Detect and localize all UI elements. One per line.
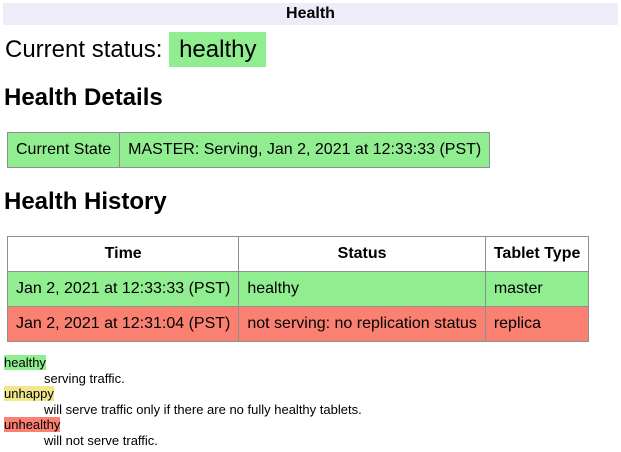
legend-term-healthy-badge: healthy: [4, 355, 46, 370]
page-title: Health: [3, 3, 618, 25]
current-state-row: Current State MASTER: Serving, Jan 2, 20…: [8, 133, 490, 168]
table-row: Jan 2, 2021 at 12:33:33 (PST) healthy ma…: [8, 272, 589, 307]
health-details-table: Current State MASTER: Serving, Jan 2, 20…: [7, 132, 490, 168]
legend-description: will serve traffic only if there are no …: [44, 402, 618, 418]
health-details-heading: Health Details: [4, 84, 618, 112]
legend: healthy serving traffic. unhappy will se…: [4, 355, 618, 448]
column-header-status: Status: [239, 237, 485, 272]
current-status-badge: healthy: [169, 32, 266, 67]
status-cell: healthy: [239, 272, 485, 307]
legend-term-unhappy-badge: unhappy: [4, 386, 54, 401]
health-history-table: Time Status Tablet Type Jan 2, 2021 at 1…: [7, 236, 589, 342]
current-status-label: Current status:: [5, 36, 162, 63]
legend-term: healthy: [4, 355, 618, 371]
legend-term-unhealthy-badge: unhealthy: [4, 417, 60, 432]
column-header-tablet-type: Tablet Type: [485, 237, 589, 272]
current-state-value: MASTER: Serving, Jan 2, 2021 at 12:33:33…: [120, 133, 490, 168]
status-cell: not serving: no replication status: [239, 307, 485, 342]
legend-description: will not serve traffic.: [44, 433, 618, 449]
column-header-time: Time: [8, 237, 239, 272]
tablet-type-cell: master: [485, 272, 589, 307]
time-cell: Jan 2, 2021 at 12:31:04 (PST): [8, 307, 239, 342]
legend-term: unhappy: [4, 386, 618, 402]
current-status: Current status: healthy: [5, 36, 618, 64]
time-cell: Jan 2, 2021 at 12:33:33 (PST): [8, 272, 239, 307]
table-header-row: Time Status Tablet Type: [8, 237, 589, 272]
legend-term: unhealthy: [4, 417, 618, 433]
health-history-heading: Health History: [4, 188, 618, 216]
current-state-label: Current State: [8, 133, 120, 168]
legend-description: serving traffic.: [44, 371, 618, 387]
table-row: Jan 2, 2021 at 12:31:04 (PST) not servin…: [8, 307, 589, 342]
tablet-type-cell: replica: [485, 307, 589, 342]
